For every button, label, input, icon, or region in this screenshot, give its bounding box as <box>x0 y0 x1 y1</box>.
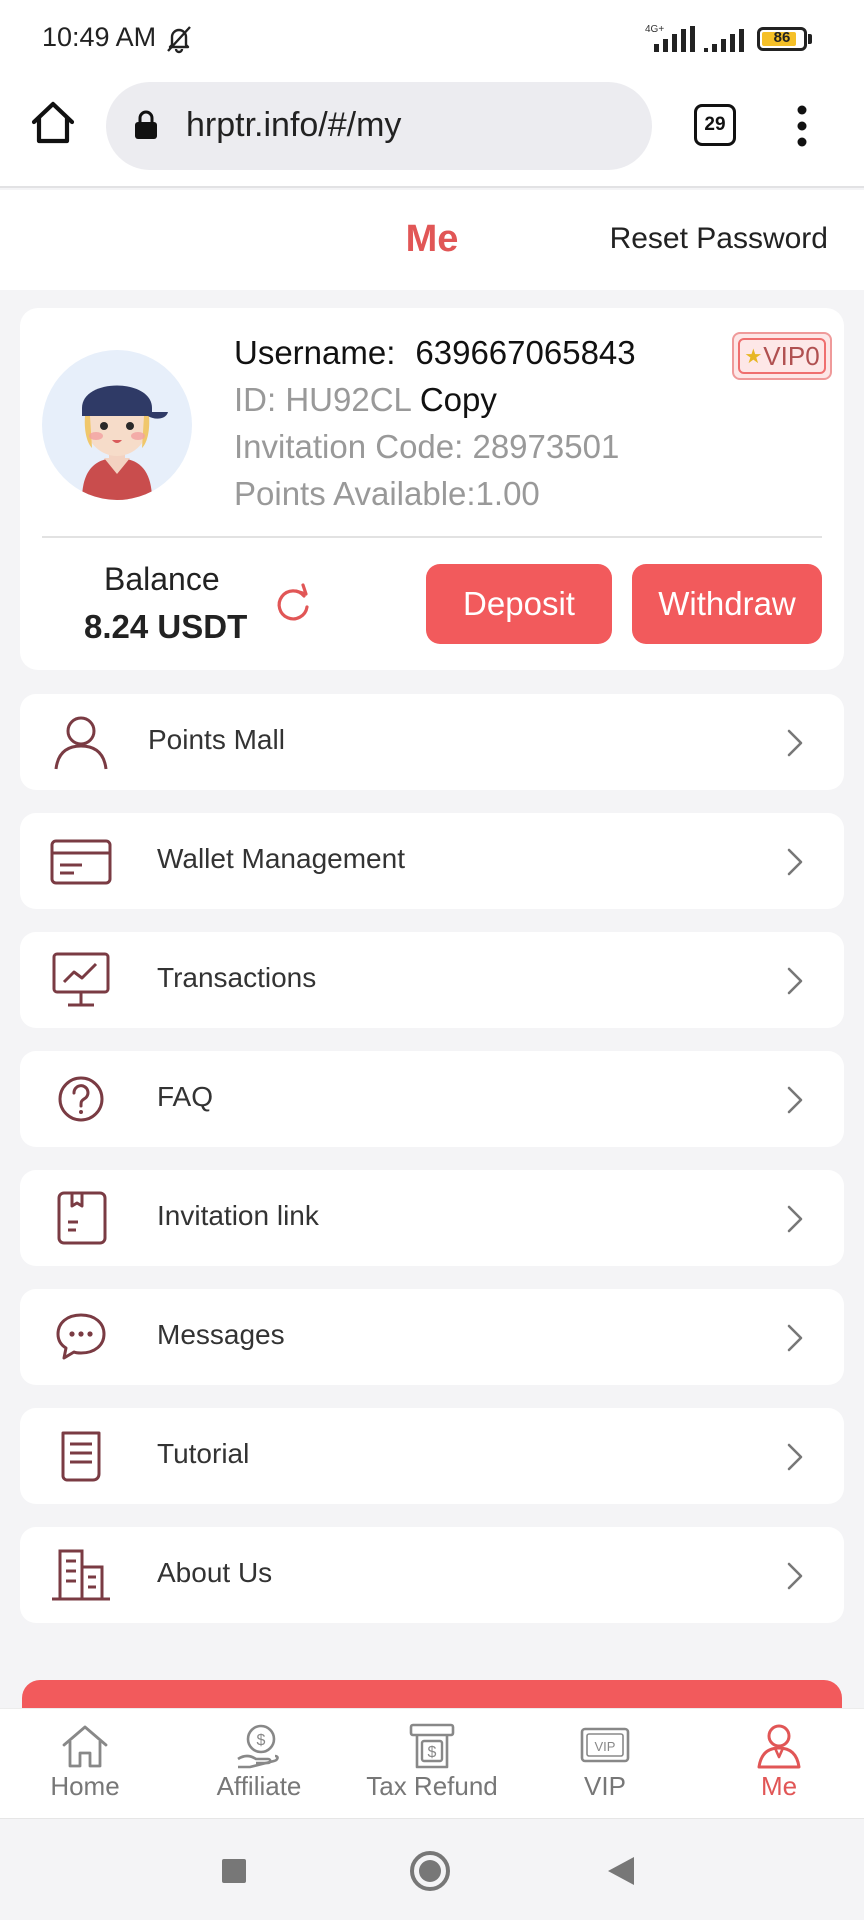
menu-label: FAQ <box>157 1081 214 1112</box>
points-available: Points Available:1.00 <box>234 475 540 512</box>
status-time: 10:49 AM <box>42 22 157 52</box>
user-icon <box>54 716 108 770</box>
menu-label: Invitation link <box>157 1200 319 1231</box>
nav-vip[interactable]: VIP VIP <box>520 1723 690 1813</box>
menu-item-tutorial[interactable]: Tutorial <box>20 1408 844 1504</box>
username-value: 639667065843 <box>415 334 636 371</box>
id-row: ID: HU92CL Copy <box>234 381 497 419</box>
chevron-right-icon <box>787 848 803 876</box>
svg-text:$: $ <box>257 1732 266 1749</box>
deposit-button[interactable]: Deposit <box>426 564 612 644</box>
divider <box>42 536 822 538</box>
chevron-right-icon <box>787 967 803 995</box>
system-navigation <box>0 1818 864 1920</box>
withdraw-button[interactable]: Withdraw <box>632 564 822 644</box>
chevron-right-icon <box>787 1443 803 1471</box>
menu-item-messages[interactable]: Messages <box>20 1289 844 1385</box>
signal-icon <box>654 26 695 52</box>
battery-nub <box>808 34 812 44</box>
status-bar: 10:49 AM 4G+ 86 <box>0 0 864 78</box>
battery-level: 86 <box>773 29 791 46</box>
menu-item-wallet-management[interactable]: Wallet Management <box>20 813 844 909</box>
nav-label: Home <box>50 1771 120 1801</box>
invitation-box-icon <box>57 1191 107 1245</box>
nav-home[interactable]: Home <box>0 1723 170 1813</box>
menu-item-about-us[interactable]: About Us <box>20 1527 844 1623</box>
address-bar[interactable]: hrptr.info/#/my <box>106 82 652 170</box>
browser-toolbar: hrptr.info/#/my 29 <box>0 78 864 188</box>
vip-ticket-icon: VIP <box>580 1727 630 1763</box>
tab-switcher-button[interactable]: 29 <box>694 104 736 146</box>
nav-affiliate[interactable]: $ Affiliate <box>174 1723 344 1813</box>
chat-bubble-icon <box>56 1313 106 1360</box>
chevron-right-icon <box>787 1205 803 1233</box>
menu-label: Transactions <box>157 962 317 993</box>
lock-icon <box>135 110 157 139</box>
invitation-code: Invitation Code: 28973501 <box>234 428 620 465</box>
menu-item-transactions[interactable]: Transactions <box>20 932 844 1028</box>
chevron-right-icon <box>787 1086 803 1114</box>
person-icon <box>757 1724 801 1769</box>
profile-card: Username: 639667065843 ID: HU92CL Copy In… <box>20 308 844 670</box>
username-label: Username: <box>234 334 396 371</box>
wallet-card-icon <box>50 839 112 885</box>
monitor-chart-icon <box>52 952 110 1007</box>
building-icon <box>52 1549 110 1601</box>
document-icon <box>61 1431 101 1482</box>
chevron-right-icon <box>787 1324 803 1352</box>
nav-label: Affiliate <box>216 1771 302 1801</box>
user-id: ID: HU92CL <box>234 381 411 418</box>
nav-me[interactable]: Me <box>694 1723 864 1813</box>
menu-label: About Us <box>157 1557 273 1588</box>
svg-text:VIP: VIP <box>595 1739 616 1754</box>
affiliate-money-hand-icon: $ <box>237 1724 279 1769</box>
nav-label: Me <box>760 1771 798 1801</box>
nav-label: VIP <box>584 1771 626 1801</box>
reset-password-link[interactable]: Reset Password <box>610 222 828 256</box>
refresh-icon[interactable] <box>272 583 314 625</box>
recent-apps-icon[interactable] <box>212 1849 256 1893</box>
menu-label: Wallet Management <box>157 843 405 874</box>
balance-value: 8.24 USDT <box>84 608 248 645</box>
vip-level: VIP0 <box>763 340 820 371</box>
home-circle-icon[interactable] <box>408 1849 452 1893</box>
url-text: hrptr.info/#/my <box>186 106 402 144</box>
more-vertical-icon[interactable] <box>790 104 814 148</box>
menu-item-faq[interactable]: FAQ <box>20 1051 844 1147</box>
back-icon[interactable] <box>600 1849 644 1893</box>
vip-badge: ★ VIP0 <box>732 332 832 380</box>
balance-label: Balance <box>104 561 220 597</box>
menu-label: Tutorial <box>157 1438 250 1469</box>
menu-item-points-mall[interactable]: Points Mall <box>20 694 844 790</box>
chevron-right-icon <box>787 729 803 757</box>
svg-text:$: $ <box>428 1744 437 1761</box>
chevron-right-icon <box>787 1562 803 1590</box>
menu-item-invitation-link[interactable]: Invitation link <box>20 1170 844 1266</box>
username-row: Username: 639667065843 <box>234 334 636 372</box>
signal-icon <box>704 29 744 52</box>
avatar-illustration <box>82 385 168 500</box>
nav-label: Tax Refund <box>366 1771 498 1801</box>
home-icon <box>62 1725 108 1768</box>
bottom-navigation: Home $ Affiliate $ Tax Refund VIP VIP Me <box>0 1708 864 1818</box>
menu-label: Messages <box>157 1319 285 1350</box>
home-icon[interactable] <box>30 100 76 146</box>
menu-label: Points Mall <box>148 724 285 755</box>
nav-tax-refund[interactable]: $ Tax Refund <box>347 1723 517 1813</box>
bell-off-icon <box>167 26 191 54</box>
question-icon <box>58 1076 104 1122</box>
page-header: Me Reset Password <box>0 190 864 290</box>
star-icon: ★ <box>744 345 763 368</box>
avatar <box>42 350 192 500</box>
tax-refund-icon: $ <box>409 1723 455 1769</box>
battery-icon: 86 <box>757 27 807 51</box>
copy-id-button[interactable]: Copy <box>420 381 497 418</box>
